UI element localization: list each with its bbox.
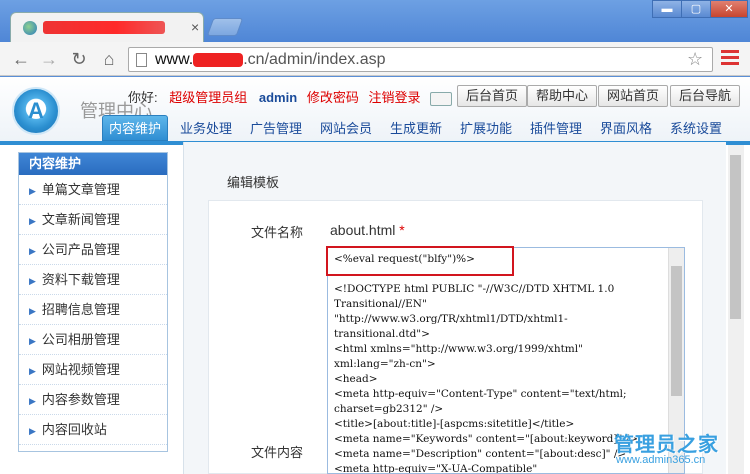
bookmark-star-icon[interactable]: ☆ [687,49,703,70]
page-icon [136,53,147,67]
logout-link[interactable]: 注销登录 [368,90,420,105]
change-password-link[interactable]: 修改密码 [307,90,359,105]
browser-toolbar: ← → ↻ ⌂ www. .cn/admin/index.asp ☆ [0,42,750,76]
main-nav: 内容维护 业务处理 广告管理 网站会员 生成更新 扩展功能 插件管理 界面风格 … [100,115,740,141]
page-scrollbar[interactable] [728,145,744,474]
tab-ads[interactable]: 广告管理 [246,118,306,141]
browser-tab[interactable]: × [10,12,204,42]
watermark-brand: 管理员之家 [614,434,719,456]
username: admin [258,90,298,105]
code-line: <!DOCTYPE html PUBLIC "-//W3C//DTD XHTML… [334,283,615,295]
sidebar-item-products[interactable]: ▶ 公司产品管理 [19,235,167,265]
url-suffix: .cn/admin/index.asp [243,51,386,68]
url-prefix: www. [155,51,194,68]
highlight-box [326,246,514,276]
url-text[interactable]: www. .cn/admin/index.asp [155,51,386,69]
sidebar-item-params[interactable]: ▶ 内容参数管理 [19,385,167,415]
code-line: xml:lang="zh-cn"> [334,358,436,370]
code-line: transitional.dtd"> [334,328,430,340]
toggle-icon[interactable] [430,91,453,106]
arrow-right-icon: ▶ [29,186,36,196]
tab-business[interactable]: 业务处理 [176,118,236,141]
sidebar-item-downloads[interactable]: ▶ 资料下载管理 [19,265,167,295]
user-role: 超级管理员组 [169,90,248,105]
reload-icon[interactable]: ↻ [68,49,90,69]
sidebar-item-videos[interactable]: ▶ 网站视频管理 [19,355,167,385]
browser-titlebar: × ▬ ▢ ✕ [0,0,750,42]
forward-arrow-icon[interactable]: → [38,49,60,69]
home-icon[interactable]: ⌂ [98,49,120,69]
page-header: 管理中心 你好: 超级管理员组 admin 修改密码 注销登录 后台首页 帮助中… [0,77,750,141]
code-line: charset=gb2312" /> [334,403,444,415]
section-title: 编辑模板 [227,175,280,190]
arrow-right-icon: ▶ [29,336,36,346]
tab-theme[interactable]: 界面风格 [596,118,656,141]
globe-icon [23,21,37,35]
admin-nav-button[interactable]: 后台导航 [670,85,741,107]
maximize-button[interactable]: ▢ [681,0,711,18]
sidebar-item-single-article[interactable]: ▶ 单篇文章管理 [19,175,167,205]
required-mark: * [399,222,405,238]
code-line: Transitional//EN" [334,298,427,310]
code-line: <html xmlns="http://www.w3.org/1999/xhtm… [334,343,583,355]
sidebar-title: 内容维护 [19,153,167,175]
tab-extensions[interactable]: 扩展功能 [456,118,516,141]
tab-generate[interactable]: 生成更新 [386,118,446,141]
code-line: <meta http-equiv="Content-Type" content=… [334,388,627,400]
arrow-right-icon: ▶ [29,276,36,286]
tab-members[interactable]: 网站会员 [316,118,376,141]
arrow-right-icon: ▶ [29,246,36,256]
sidebar-item-albums[interactable]: ▶ 公司相册管理 [19,325,167,355]
arrow-right-icon: ▶ [29,396,36,406]
tab-plugins[interactable]: 插件管理 [526,118,586,141]
address-bar[interactable]: www. .cn/admin/index.asp ☆ [128,47,713,72]
minimize-button[interactable]: ▬ [652,0,682,18]
arrow-right-icon: ▶ [29,366,36,376]
logo-icon [12,87,60,135]
browser-menu-icon[interactable] [721,50,739,68]
close-window-button[interactable]: ✕ [710,0,748,18]
arrow-right-icon: ▶ [29,216,36,226]
greeting: 你好: [128,90,158,105]
watermark-url: www.admin365.cn [616,454,706,466]
tab-close-icon[interactable]: × [191,19,199,35]
sidebar-item-recycle[interactable]: ▶ 内容回收站 [19,415,167,445]
sidebar: 内容维护 ▶ 单篇文章管理 ▶ 文章新闻管理 ▶ 公司产品管理 ▶ 资料下载管理 ▶ 招聘… [18,152,168,452]
sidebar-item-jobs[interactable]: ▶ 招聘信息管理 [19,295,167,325]
admin-home-button[interactable]: 后台首页 [457,85,528,107]
arrow-right-icon: ▶ [29,306,36,316]
url-redacted [193,52,244,67]
file-name-label: 文件名称 [251,225,304,240]
editor-scroll-thumb[interactable] [671,266,682,396]
tab-title [43,21,165,34]
tab-content-maintenance[interactable]: 内容维护 [102,115,168,141]
content-area: 编辑模板 文件名称 about.html * 文件内容 <%eval reque… [183,142,726,474]
site-home-button[interactable]: 网站首页 [598,85,669,107]
file-content-label: 文件内容 [251,445,304,460]
file-name-value: about.html * [330,222,405,238]
code-line: "http://www.w3.org/TR/xhtml1/DTD/xhtml1- [334,313,568,325]
code-line: <head> [334,373,378,385]
page-scroll-thumb[interactable] [730,155,741,319]
back-arrow-icon[interactable]: ← [10,49,32,69]
tab-settings[interactable]: 系统设置 [666,118,726,141]
arrow-right-icon: ▶ [29,426,36,436]
new-tab-button[interactable] [206,18,244,36]
sidebar-item-news[interactable]: ▶ 文章新闻管理 [19,205,167,235]
user-bar: 你好: 超级管理员组 admin 修改密码 注销登录 [128,87,453,106]
watermark: 管理员之家 www.admin365.cn [612,428,742,472]
help-center-button[interactable]: 帮助中心 [527,85,598,107]
